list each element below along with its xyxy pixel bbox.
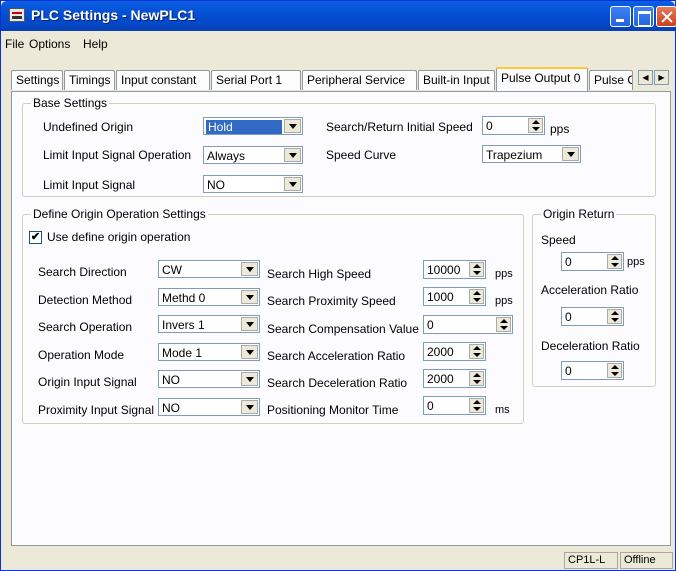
detection-method-label: Detection Method — [38, 293, 133, 307]
status-model: CP1L-L — [564, 552, 618, 569]
search-deceleration-ratio-spinner[interactable]: 2000 — [423, 369, 486, 388]
menu-help[interactable]: Help — [83, 37, 108, 51]
proximity-input-signal-combo[interactable]: NO — [158, 398, 260, 416]
spin-arrows-icon[interactable] — [607, 309, 622, 324]
chevron-down-icon[interactable] — [284, 177, 301, 191]
define-origin-group: Define Origin Operation Settings ✔ Use d… — [22, 207, 524, 424]
tab-peripheral-service[interactable]: Peripheral Service — [302, 70, 417, 90]
window-title: PLC Settings - NewPLC1 — [31, 7, 196, 23]
operation-mode-combo[interactable]: Mode 1 — [158, 343, 260, 361]
tab-pulse-output-0[interactable]: Pulse Output 0 — [496, 67, 588, 91]
search-compensation-value-label: Search Compensation Value — [267, 322, 419, 336]
define-origin-title: Define Origin Operation Settings — [31, 207, 208, 221]
pps-unit-label: pps — [495, 295, 513, 307]
base-settings-group: Base Settings Undefined Origin Hold Limi… — [22, 96, 656, 197]
positioning-monitor-time-label: Positioning Monitor Time — [267, 403, 399, 417]
chevron-down-icon[interactable] — [241, 400, 258, 414]
spin-arrows-icon[interactable] — [528, 118, 543, 133]
base-settings-title: Base Settings — [31, 96, 110, 110]
tab-pulse-output-1[interactable]: Pulse O — [589, 70, 633, 90]
tab-settings[interactable]: Settings — [11, 70, 63, 90]
spin-arrows-icon[interactable] — [496, 317, 511, 332]
use-define-origin-checkbox[interactable]: ✔ — [29, 231, 42, 244]
detection-method-combo[interactable]: Methd 0 — [158, 288, 260, 306]
speed-curve-combo[interactable]: Trapezium — [482, 145, 581, 163]
maximize-button[interactable] — [633, 6, 654, 27]
search-acceleration-ratio-label: Search Acceleration Ratio — [267, 349, 406, 363]
origin-input-signal-label: Origin Input Signal — [38, 375, 137, 389]
tab-strip: Settings Timings Input constant Serial P… — [11, 64, 671, 92]
pps-unit-label: pps — [627, 256, 645, 268]
chevron-down-icon[interactable] — [241, 290, 258, 304]
plc-settings-window: PLC Settings - NewPLC1 File Options Help… — [0, 0, 676, 571]
pps-unit-label: pps — [495, 268, 513, 280]
status-connection: Offline — [620, 552, 673, 569]
spin-arrows-icon[interactable] — [469, 289, 484, 304]
limit-input-signal-combo[interactable]: NO — [203, 175, 303, 193]
origin-return-acceleration-ratio-label: Acceleration Ratio — [541, 283, 639, 297]
chevron-down-icon[interactable] — [241, 317, 258, 331]
tab-timings[interactable]: Timings — [64, 70, 115, 90]
menu-file[interactable]: File — [5, 37, 24, 51]
undefined-origin-label: Undefined Origin — [43, 120, 134, 134]
tab-serial-port-1[interactable]: Serial Port 1 — [211, 70, 301, 90]
search-high-speed-spinner[interactable]: 10000 — [423, 260, 486, 279]
search-direction-label: Search Direction — [38, 265, 127, 279]
spin-arrows-icon[interactable] — [469, 371, 484, 386]
use-define-origin-label: Use define origin operation — [47, 230, 191, 244]
undefined-origin-combo[interactable]: Hold — [203, 117, 303, 135]
pps-unit-label: pps — [550, 122, 570, 136]
tab-input-constant[interactable]: Input constant — [116, 70, 210, 90]
search-direction-combo[interactable]: CW — [158, 260, 260, 278]
spin-arrows-icon[interactable] — [469, 262, 484, 277]
chevron-down-icon[interactable] — [284, 148, 301, 162]
operation-mode-label: Operation Mode — [38, 348, 125, 362]
origin-return-group: Origin Return Speed 0 pps Acceleration R… — [532, 207, 656, 387]
search-proximity-speed-spinner[interactable]: 1000 — [423, 287, 486, 306]
chevron-down-icon[interactable] — [562, 147, 579, 161]
menu-options[interactable]: Options — [29, 37, 70, 51]
search-acceleration-ratio-spinner[interactable]: 2000 — [423, 342, 486, 361]
positioning-monitor-time-spinner[interactable]: 0 — [423, 396, 486, 415]
search-operation-combo[interactable]: Invers 1 — [158, 315, 260, 333]
origin-return-deceleration-ratio-spinner[interactable]: 0 — [561, 361, 624, 380]
origin-return-deceleration-ratio-label: Deceleration Ratio — [541, 339, 640, 353]
search-operation-label: Search Operation — [38, 320, 133, 334]
chevron-down-icon[interactable] — [241, 262, 258, 276]
origin-return-acceleration-ratio-spinner[interactable]: 0 — [561, 307, 624, 326]
proximity-input-signal-label: Proximity Input Signal — [38, 403, 155, 417]
spin-arrows-icon[interactable] — [469, 398, 484, 413]
limit-input-signal-operation-combo[interactable]: Always — [203, 146, 303, 164]
tab-scroll-right-icon[interactable]: ▶ — [654, 70, 669, 85]
search-compensation-value-spinner[interactable]: 0 — [423, 315, 513, 334]
search-return-initial-speed-label: Search/Return Initial Speed — [326, 120, 473, 134]
plc-app-icon — [9, 8, 25, 22]
minimize-button[interactable] — [610, 6, 631, 27]
chevron-down-icon[interactable] — [284, 119, 301, 133]
tab-built-in-input[interactable]: Built-in Input — [418, 70, 495, 90]
limit-input-signal-label: Limit Input Signal — [43, 178, 136, 192]
origin-return-speed-spinner[interactable]: 0 — [561, 252, 624, 271]
search-deceleration-ratio-label: Search Deceleration Ratio — [267, 376, 408, 390]
chevron-down-icon[interactable] — [241, 345, 258, 359]
origin-return-title: Origin Return — [541, 207, 617, 221]
spin-arrows-icon[interactable] — [607, 363, 622, 378]
ms-unit-label: ms — [495, 404, 510, 416]
pulse-output-0-page: Base Settings Undefined Origin Hold Limi… — [11, 91, 671, 546]
chevron-down-icon[interactable] — [241, 372, 258, 386]
speed-curve-label: Speed Curve — [326, 148, 397, 162]
close-button[interactable] — [656, 6, 676, 27]
origin-input-signal-combo[interactable]: NO — [158, 370, 260, 388]
spin-arrows-icon[interactable] — [469, 344, 484, 359]
menu-bar: File Options Help — [1, 32, 675, 54]
tab-scroll-left-icon[interactable]: ◀ — [638, 70, 653, 85]
search-high-speed-label: Search High Speed — [267, 267, 372, 281]
spin-arrows-icon[interactable] — [607, 254, 622, 269]
title-bar[interactable]: PLC Settings - NewPLC1 — [1, 1, 676, 31]
status-bar: CP1L-L Offline — [1, 550, 675, 570]
limit-input-signal-operation-label: Limit Input Signal Operation — [43, 148, 192, 162]
search-proximity-speed-label: Search Proximity Speed — [267, 294, 396, 308]
search-return-initial-speed-spinner[interactable]: 0 — [482, 116, 545, 135]
origin-return-speed-label: Speed — [541, 233, 576, 247]
